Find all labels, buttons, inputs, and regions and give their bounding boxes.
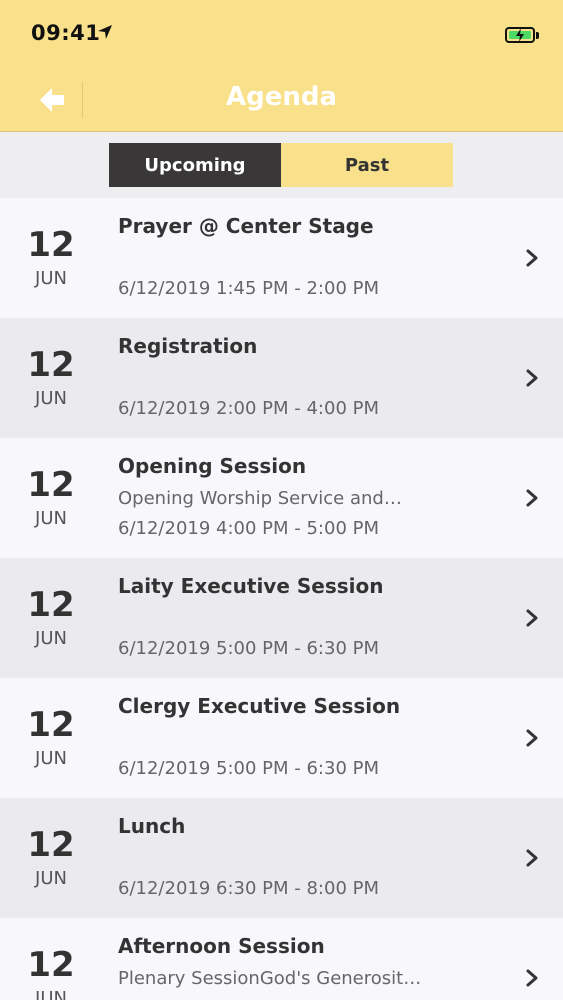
event-time: 6/12/2019 5:00 PM - 6:30 PM xyxy=(118,758,380,779)
event-title: Afternoon Session xyxy=(118,934,325,958)
event-month: JUN xyxy=(35,988,67,1000)
event-title: Registration xyxy=(118,334,258,358)
event-time: 6/12/2019 5:00 PM - 6:30 PM xyxy=(118,638,380,659)
event-title: Lunch xyxy=(118,814,186,838)
agenda-item[interactable]: 12 JUN Laity Executive Session 6/12/2019… xyxy=(0,558,563,678)
agenda-item[interactable]: 12 JUN Afternoon Session Plenary Session… xyxy=(0,918,563,1000)
event-month: JUN xyxy=(35,748,67,769)
agenda-list: 12 JUN Prayer @ Center Stage 6/12/2019 1… xyxy=(0,198,563,1000)
event-month: JUN xyxy=(35,268,67,289)
event-title: Laity Executive Session xyxy=(118,574,384,598)
event-time: 6/12/2019 6:30 PM - 8:00 PM xyxy=(118,878,380,899)
chevron-right-icon xyxy=(526,489,538,507)
agenda-item[interactable]: 12 JUN Registration 6/12/2019 2:00 PM - … xyxy=(0,318,563,438)
event-day: 12 xyxy=(27,705,75,745)
chevron-right-icon xyxy=(526,849,538,867)
event-time: 6/12/2019 4:00 PM - 5:00 PM xyxy=(118,518,380,539)
event-day: 12 xyxy=(27,345,75,385)
event-time: 6/12/2019 1:45 PM - 2:00 PM xyxy=(118,278,380,299)
page-title: Agenda xyxy=(225,82,338,112)
tab-past[interactable]: Past xyxy=(281,143,453,187)
event-title: Prayer @ Center Stage xyxy=(118,214,374,238)
event-day: 12 xyxy=(27,945,75,985)
agenda-item[interactable]: 12 JUN Lunch 6/12/2019 6:30 PM - 8:00 PM xyxy=(0,798,563,918)
event-description: Plenary SessionGod's Generosit… xyxy=(118,968,422,989)
battery-icon xyxy=(505,27,539,43)
event-day: 12 xyxy=(27,825,75,865)
agenda-item[interactable]: 12 JUN Opening Session Opening Worship S… xyxy=(0,438,563,558)
event-day: 12 xyxy=(27,225,75,265)
chevron-right-icon xyxy=(526,969,538,987)
chevron-right-icon xyxy=(526,249,538,267)
agenda-item[interactable]: 12 JUN Prayer @ Center Stage 6/12/2019 1… xyxy=(0,198,563,318)
chevron-right-icon xyxy=(526,609,538,627)
location-arrow-icon xyxy=(98,25,112,39)
event-day: 12 xyxy=(27,585,75,625)
event-title: Opening Session xyxy=(118,454,307,478)
event-time: 6/12/2019 2:00 PM - 4:00 PM xyxy=(118,398,380,419)
event-month: JUN xyxy=(35,508,67,529)
chevron-right-icon xyxy=(526,369,538,387)
chevron-right-icon xyxy=(526,729,538,747)
event-day: 12 xyxy=(27,465,75,505)
top-bar: 09:41 Agenda xyxy=(0,0,563,132)
status-time: 09:41 xyxy=(31,21,101,45)
tab-upcoming[interactable]: Upcoming xyxy=(109,143,281,187)
agenda-item[interactable]: 12 JUN Clergy Executive Session 6/12/201… xyxy=(0,678,563,798)
event-month: JUN xyxy=(35,868,67,889)
event-description: Opening Worship Service and… xyxy=(118,488,402,509)
agenda-tab-selector: Upcoming Past xyxy=(109,143,453,187)
event-title: Clergy Executive Session xyxy=(118,694,401,718)
event-month: JUN xyxy=(35,388,67,409)
event-month: JUN xyxy=(35,628,67,649)
